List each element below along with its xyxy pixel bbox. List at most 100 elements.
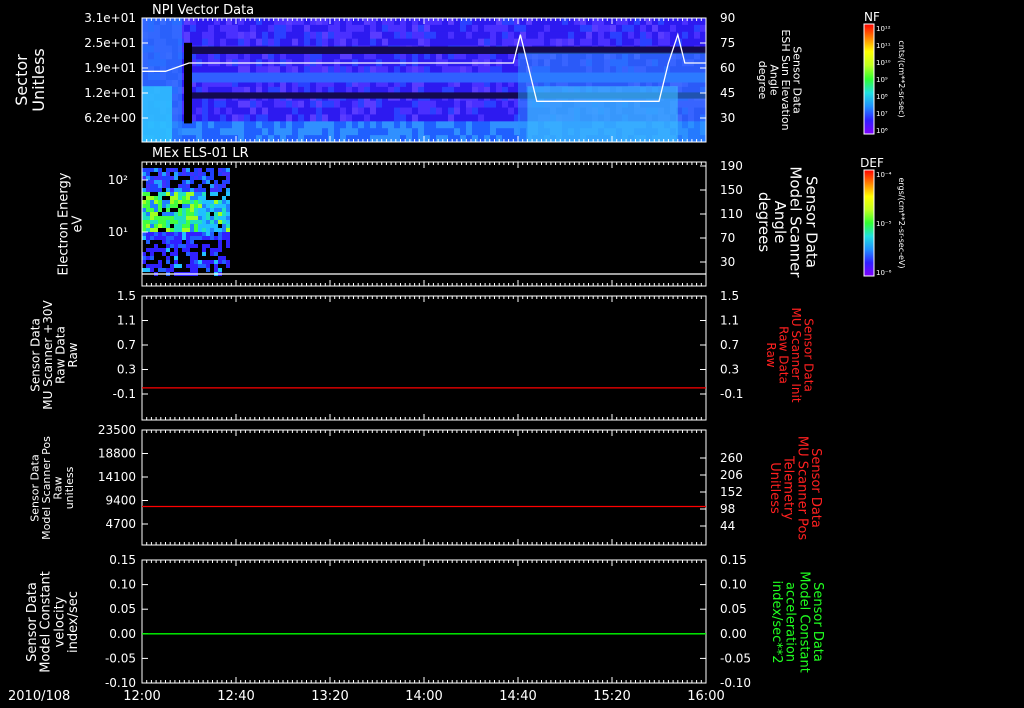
heat-cell <box>304 100 310 109</box>
heat-cell <box>146 228 150 232</box>
heat-cell <box>202 100 208 109</box>
p5-y2-tick-label: -0.10 <box>720 676 751 690</box>
heat-cell <box>218 204 222 208</box>
heat-cell <box>262 100 268 109</box>
heat-cell <box>198 216 202 220</box>
heat-cell <box>226 180 230 184</box>
heat-cell <box>210 188 214 192</box>
heat-cell <box>198 224 202 228</box>
heat-cell <box>478 38 484 47</box>
heat-cell <box>280 100 286 109</box>
p2-y2label: Sensor DataModel ScannerAngledegrees <box>755 166 820 278</box>
heat-cell <box>442 114 448 122</box>
heat-cell <box>544 38 550 47</box>
heat-cell <box>186 216 190 220</box>
heat-cell <box>238 24 244 33</box>
p2-y2-tick-label: 30 <box>720 255 735 269</box>
heat-cell <box>286 18 292 26</box>
heat-cell <box>214 24 220 33</box>
heat-cell <box>162 200 166 204</box>
heat-cell <box>502 24 508 33</box>
heat-cell <box>206 176 210 180</box>
heat-cell <box>182 188 186 192</box>
heat-cell <box>218 168 222 172</box>
heat-cell <box>262 18 268 26</box>
heat-cell <box>406 24 412 33</box>
heat-cell <box>298 121 304 129</box>
heat-cell <box>274 24 280 33</box>
heat-cell <box>490 100 496 109</box>
heat-cell <box>196 18 202 26</box>
heat-cell <box>376 128 382 136</box>
heat-cell <box>146 256 150 260</box>
heat-cell <box>580 38 586 47</box>
heat-cell <box>628 24 634 33</box>
heat-cell <box>146 204 150 208</box>
colorbar-def-tick: 10⁻⁵ <box>876 220 892 228</box>
heat-cell <box>388 114 394 122</box>
heat-cell <box>658 38 664 47</box>
p1-y2-tick-label: 45 <box>720 86 735 100</box>
heat-cell <box>484 38 490 47</box>
heat-cell <box>334 100 340 109</box>
heat-cell <box>400 121 406 129</box>
heat-cell <box>634 38 640 47</box>
heat-cell <box>358 24 364 33</box>
heat-cell <box>194 260 198 264</box>
heat-cell <box>400 107 406 115</box>
heat-cell <box>174 264 178 268</box>
heat-cell <box>292 66 298 74</box>
heat-cell <box>274 66 280 74</box>
heat-cell <box>364 24 370 33</box>
heat-cell <box>194 236 198 240</box>
heat-cell <box>146 176 150 180</box>
heat-cell <box>310 121 316 129</box>
heat-cell <box>170 196 174 200</box>
heat-cell <box>274 100 280 109</box>
heat-cell <box>358 100 364 109</box>
heat-cell <box>448 135 454 143</box>
heat-cell <box>146 232 150 236</box>
heat-cell <box>448 107 454 115</box>
heat-cell <box>214 107 220 115</box>
p5-ylabel-line: index/sec <box>66 591 81 653</box>
x-tick-label: 15:20 <box>593 689 630 704</box>
heat-cell <box>250 107 256 115</box>
heat-cell <box>346 66 352 74</box>
heat-cell <box>262 128 268 136</box>
heat-cell <box>238 121 244 129</box>
heat-cell <box>694 24 700 33</box>
heat-cell <box>198 260 202 264</box>
heat-cell <box>412 38 418 47</box>
heat-cell <box>316 114 322 122</box>
heat-early-region <box>142 86 172 142</box>
heat-cell <box>232 114 238 122</box>
heat-cell <box>158 168 162 172</box>
heat-cell <box>388 121 394 129</box>
heat-cell <box>586 38 592 47</box>
heat-cell <box>532 38 538 47</box>
heat-cell <box>346 107 352 115</box>
heat-cell <box>316 100 322 109</box>
heat-cell <box>268 38 274 47</box>
p1-y-tick-label: 1.2e+01 <box>84 86 136 100</box>
heat-cell <box>664 18 670 26</box>
heat-cell <box>274 107 280 115</box>
heat-cell <box>700 38 706 47</box>
heat-cell <box>158 216 162 220</box>
heat-cell <box>262 114 268 122</box>
p5-y-tick-label: 0.10 <box>109 578 136 592</box>
heat-cell <box>202 192 206 196</box>
heat-cell <box>610 24 616 33</box>
heat-cell <box>364 128 370 136</box>
heat-cell <box>352 135 358 143</box>
heat-cell <box>142 224 146 228</box>
heat-cell <box>190 128 196 136</box>
heat-cell <box>682 31 688 40</box>
heat-cell <box>198 196 202 200</box>
heat-cell <box>208 121 214 129</box>
heat-cell <box>186 184 190 188</box>
heat-cell <box>202 107 208 115</box>
heat-cell <box>652 38 658 47</box>
heat-cell <box>158 184 162 188</box>
